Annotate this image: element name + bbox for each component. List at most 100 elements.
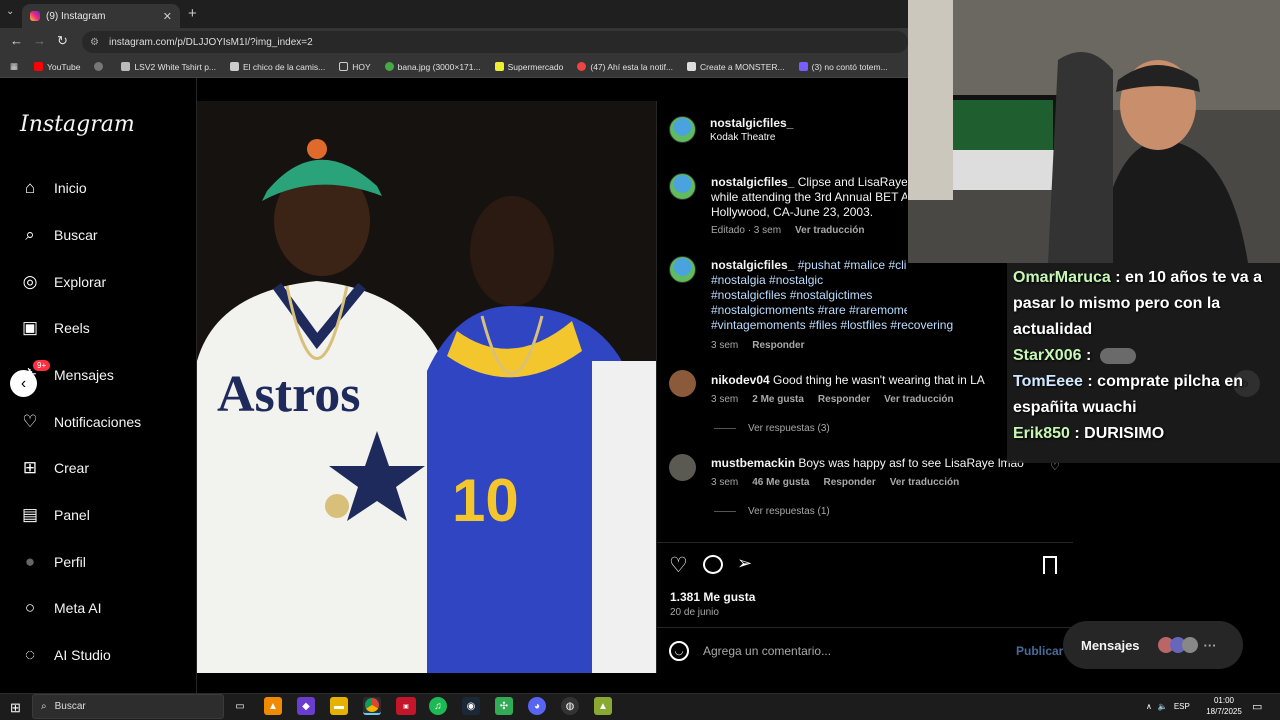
sidebar-item-reels[interactable]: ▣ Reels [20,316,90,340]
post-date: 20 de junio [670,607,719,618]
caption-line-3: Hollywood, CA-June 23, 2003. [711,205,874,219]
bookmark-chico[interactable]: El chico de la camis... [230,62,325,72]
chat-message: Erik850 : DURISIMO [1013,425,1165,442]
comment-2-translate[interactable]: Ver traducción [890,477,959,488]
taskbar-clock[interactable]: 01:00 18/7/2025 [1200,695,1248,717]
discord-icon[interactable]: ◕ [528,697,546,715]
caption-avatar[interactable] [669,173,696,200]
post-location[interactable]: Kodak Theatre [710,132,775,143]
bookmark-icon[interactable] [1043,556,1057,574]
app-icon[interactable]: ▲ [594,697,612,715]
steam-icon[interactable]: ◉ [462,697,480,715]
bookmark-globe[interactable] [94,62,107,71]
bookmark-bana[interactable]: bana.jpg (3000×171... [384,62,481,72]
windows-start-icon[interactable]: ⊞ [10,700,21,716]
comment-2-reply[interactable]: Responder [823,477,875,488]
likes-count[interactable]: 1.381 Me gusta [670,590,755,604]
site-info-icon[interactable]: ⚙ [90,37,99,48]
svg-text:10: 10 [452,467,519,534]
obs-icon[interactable]: ◍ [561,697,579,715]
sidebar-item-crear[interactable]: ⊞ Crear [20,456,89,480]
comment-avatar[interactable] [669,454,696,481]
bookmark-notif[interactable]: (47) Ahí esta la notif... [577,62,673,72]
bookmark-totem[interactable]: (3) no contó totem... [798,62,888,72]
sidebar-item-ai-studio[interactable]: ◌ AI Studio [20,643,111,667]
address-bar[interactable]: ⚙ instagram.com/p/DLJJOYIsM1I/?img_index… [82,31,908,53]
sidebar-item-meta-ai[interactable]: ○ Meta AI [20,596,102,620]
post-photo[interactable]: Astros 10 [197,101,656,673]
instagram-logo[interactable]: Instagram [20,112,135,137]
chrome-icon[interactable] [363,697,381,715]
comment-2-meta: 3 sem 46 Me gusta Responder Ver traducción [711,477,960,488]
forward-icon[interactable]: → [33,33,46,48]
hashtags-line-4[interactable]: #nostalgicmoments #rare #raremoments #ra… [711,303,907,318]
bookmark-lsv2[interactable]: LSV2 White Tshirt p... [121,62,216,72]
sidebar-item-perfil[interactable]: ● Perfil [20,550,86,574]
sidebar-item-explorar[interactable]: ◎ Explorar [20,270,107,294]
volume-icon[interactable]: 🔈 [1158,702,1168,711]
messages-badge: 9+ [33,360,51,371]
emoji-icon[interactable]: ◡ [669,641,689,661]
chevron-up-icon[interactable]: ∧ [1146,702,1152,711]
publish-button[interactable]: Publicar [1016,644,1063,658]
comment-2-likes[interactable]: 46 Me gusta [752,477,809,488]
comment-icon[interactable] [703,555,723,574]
caption-translate-link[interactable]: Ver traducción [795,225,864,236]
heart-icon: ♡ [22,412,38,431]
ai-studio-icon: ◌ [24,645,36,664]
browser-tab[interactable]: (9) Instagram ✕ [22,4,180,28]
prev-arrow-icon[interactable]: ‹ [10,370,37,397]
file-explorer-icon[interactable]: ▬ [330,697,348,715]
avatars-stack [1157,637,1198,653]
svg-text:Astros: Astros [217,366,360,423]
notification-icon[interactable]: ▭ [1252,700,1262,713]
bookmark-monster[interactable]: Create a MONSTER... [687,62,785,72]
comment-1-reply[interactable]: Responder [818,394,870,405]
sidebar-item-panel[interactable]: ▤ Panel [20,503,90,527]
author-avatar[interactable] [669,116,696,143]
language-indicator[interactable]: ESP [1174,702,1190,711]
hashtags-avatar[interactable] [669,256,696,283]
hashtags-reply-link[interactable]: Responder [752,340,804,351]
bookmark-hoy-folder[interactable]: HOY [339,62,371,72]
messages-floating-button[interactable]: Mensajes ··· [1063,621,1243,669]
app-icon[interactable]: ✣ [495,697,513,715]
copilot-icon[interactable]: ◆ [297,697,315,715]
app-icon[interactable]: ▣ [396,697,416,715]
sidebar-item-notificaciones[interactable]: ♡ Notificaciones [20,410,141,434]
taskbar-search[interactable]: ⌕ Buscar [32,694,224,719]
search-icon: ⌕ [41,701,47,712]
plus-square-icon: ⊞ [22,458,38,477]
messages-pill-label: Mensajes [1081,637,1140,653]
hashtags-line-5[interactable]: #vintagemoments #files #lostfiles #recov… [711,318,953,333]
hashtags-line-2[interactable]: #nostalgia #nostalgic [711,273,823,288]
vlc-icon[interactable]: ▲ [264,697,282,715]
sidebar-item-buscar[interactable]: ⌕ Buscar [20,223,97,247]
apps-icon[interactable]: ▦ [10,61,18,72]
comment-1-translate[interactable]: Ver traducción [884,394,953,405]
bookmark-youtube[interactable]: YouTube [34,62,80,72]
comment-1-view-replies[interactable]: Ver respuestas (3) [714,423,830,434]
hashtags-line-3[interactable]: #nostalgicfiles #nostalgictimes [711,288,872,303]
webcam-illustration [908,0,1280,263]
back-icon[interactable]: ← [10,33,23,48]
share-icon[interactable]: ➢ [737,553,752,574]
spotify-icon[interactable]: ♫ [429,697,447,715]
reload-icon[interactable]: ↻ [57,33,68,49]
bookmark-supermercado[interactable]: Supermercado [494,62,563,72]
like-icon[interactable]: ♡ [669,553,688,578]
sidebar-item-inicio[interactable]: ⌂ Inicio [20,176,87,200]
chat-emote-icon [1099,347,1136,364]
tab-close-icon[interactable]: ✕ [163,10,172,23]
comment-input[interactable]: Agrega un comentario... [703,644,831,658]
task-view-icon[interactable]: ▭ [231,697,249,715]
compass-icon: ◎ [22,272,38,291]
new-tab-icon[interactable]: + [188,5,197,22]
tab-search-icon[interactable]: ⌄ [6,6,14,17]
hashtags-meta: 3 sem Responder [711,340,805,351]
comment-avatar[interactable] [669,370,696,397]
comment-1-likes[interactable]: 2 Me gusta [752,394,804,405]
caption-line-1: nostalgicfiles_ Clipse and LisaRaye Cap [711,175,907,189]
post-author[interactable]: nostalgicfiles_ [710,116,793,130]
comment-2-view-replies[interactable]: Ver respuestas (1) [714,506,830,517]
